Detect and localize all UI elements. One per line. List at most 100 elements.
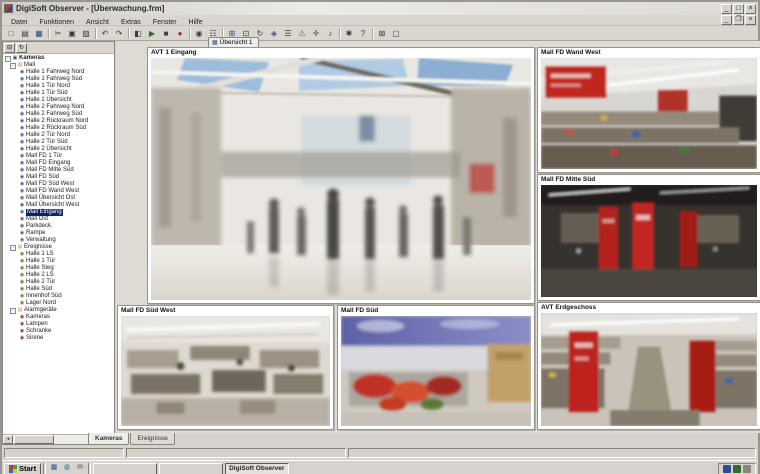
tree-root[interactable]: -▣Kameras (3, 55, 114, 62)
tree-item[interactable]: ◉Halle Süd (3, 286, 114, 293)
tree-item[interactable]: ◉Halle 2 Rückraum Süd (3, 125, 114, 132)
camera-video-bottom-middle[interactable] (341, 316, 531, 426)
tree-item[interactable]: ◉Halle Steg (3, 265, 114, 272)
tree-item[interactable]: ◉Schranke (3, 328, 114, 335)
save-button[interactable]: ▦ (32, 27, 46, 40)
tree-item[interactable]: ◉Halle 1 Übersicht (3, 97, 114, 104)
tree-item[interactable]: ◉Mall Übersicht Ost (3, 195, 114, 202)
tree-item[interactable]: ◉Mall FD Süd West (3, 181, 114, 188)
task-button-2[interactable]: DigiSoft Observer (225, 463, 289, 474)
tree-group-2[interactable]: -▤Alarmgeräte (3, 307, 114, 314)
tree-item[interactable]: ◉Halle 2 Tür Süd (3, 139, 114, 146)
camera-video-right-top[interactable] (541, 58, 757, 169)
tree-group-1[interactable]: -▤Ereignisse (3, 244, 114, 251)
expander-icon[interactable]: - (10, 308, 16, 314)
tab-kameras[interactable]: Kameras (88, 433, 129, 445)
task-button-0[interactable] (93, 463, 157, 474)
new-layout-button[interactable]: □ (4, 27, 18, 40)
play-button[interactable]: ▶ (145, 27, 159, 40)
scroll-thumb[interactable] (14, 435, 54, 444)
undo-button[interactable]: ↶ (98, 27, 112, 40)
tree-item[interactable]: ◉Halle 2 Fahrweg Süd (3, 111, 114, 118)
tree-item[interactable]: ◉Halle 2 Tür Nord (3, 132, 114, 139)
record-button[interactable]: ● (173, 27, 187, 40)
quicklaunch-desktop-icon[interactable]: ▦ (48, 463, 60, 474)
quicklaunch-browser-icon[interactable]: ◍ (61, 463, 73, 474)
tree-item[interactable]: ◉Mall FD Süd (3, 174, 114, 181)
tree-item[interactable]: ◉Mall Eingang (3, 209, 114, 216)
menu-item-3[interactable]: Extras (115, 19, 147, 26)
event-list-button[interactable]: ☰ (281, 27, 295, 40)
tree-item[interactable]: ◉Halle 1 Tür Nord (3, 83, 114, 90)
tree-item[interactable]: ◉Halle 1 Fahrweg Nord (3, 69, 114, 76)
tree-item[interactable]: ◉Halle 2 Fahrweg Nord (3, 104, 114, 111)
paste-button[interactable]: ▨ (79, 27, 93, 40)
tree-item[interactable]: ◉Halle 1 LS (3, 251, 114, 258)
tree-item[interactable]: ◉Mall FD Wand West (3, 188, 114, 195)
refresh-button[interactable]: ↻ (16, 43, 27, 53)
tree-item[interactable]: ◉Halle 1 Tür (3, 258, 114, 265)
camera-video-bottom-left[interactable] (121, 316, 330, 426)
fullscreen-button[interactable]: ▢ (389, 27, 403, 40)
audio-button[interactable]: ♪ (323, 27, 337, 40)
task-button-1[interactable] (159, 463, 223, 474)
tray-network-icon[interactable] (723, 465, 731, 473)
close-button[interactable]: × (745, 4, 756, 14)
tree-item[interactable]: ◉Mall Übersicht West (3, 202, 114, 209)
tree-item[interactable]: ◉Mall FD 1 Tür (3, 153, 114, 160)
expander-icon[interactable]: - (10, 63, 16, 69)
quicklaunch-mail-icon[interactable]: ✉ (74, 463, 86, 474)
tree-item[interactable]: ◉Halle 1 Fahrweg Süd (3, 76, 114, 83)
tree-item[interactable]: ◉Mall FD Eingang (3, 160, 114, 167)
menu-item-0[interactable]: Datei (5, 19, 33, 26)
ptz-button[interactable]: ✛ (309, 27, 323, 40)
scroll-left-button[interactable]: ◂ (3, 435, 13, 444)
tab-ereignisse[interactable]: Ereignisse (130, 433, 174, 445)
menu-item-1[interactable]: Funktionen (33, 19, 80, 26)
menu-item-4[interactable]: Fenster (147, 19, 183, 26)
help-button[interactable]: ? (356, 27, 370, 40)
tree-item[interactable]: ◉Halle 2 Übersicht (3, 146, 114, 153)
redo-button[interactable]: ↷ (112, 27, 126, 40)
stop-button[interactable]: ■ (159, 27, 173, 40)
settings-button[interactable]: ✱ (342, 27, 356, 40)
minimize-button[interactable]: _ (721, 4, 732, 14)
lock-button[interactable]: ⊠ (375, 27, 389, 40)
tree-item[interactable]: ◉Halle 2 Tür (3, 279, 114, 286)
tray-volume-icon[interactable] (743, 465, 751, 473)
tree-item[interactable]: ◉Mall Ost (3, 216, 114, 223)
camera-video-right-bottom[interactable] (541, 313, 757, 426)
tree-item[interactable]: ◉Rampe (3, 230, 114, 237)
collapse-all-button[interactable]: ⊟ (4, 43, 15, 53)
tree-item[interactable]: ◉Kameras (3, 314, 114, 321)
tree-item[interactable]: ◉Innenhof Süd (3, 293, 114, 300)
expander-icon[interactable]: - (5, 56, 11, 62)
tree-item[interactable]: ◉Lager Nord (3, 300, 114, 307)
tray-status-icon[interactable] (733, 465, 741, 473)
alarm-button[interactable]: ⚠ (295, 27, 309, 40)
mdi-minimize-button[interactable]: _ (721, 15, 732, 25)
cut-button[interactable]: ✂ (51, 27, 65, 40)
tree-item[interactable]: ◉Halle 2 LS (3, 272, 114, 279)
mdi-restore-button[interactable]: ❐ (733, 15, 744, 25)
camera-video-main[interactable] (151, 58, 531, 300)
tree-item[interactable]: ◉Lampen (3, 321, 114, 328)
maximize-button[interactable]: □ (733, 4, 744, 14)
tree-item[interactable]: ◉Halle 1 Tür Süd (3, 90, 114, 97)
tree-item[interactable]: ◉Halle 2 Rückraum Nord (3, 118, 114, 125)
tree-group-0[interactable]: -▤Mall (3, 62, 114, 69)
mdi-close-button[interactable]: × (745, 15, 756, 25)
expander-icon[interactable]: - (10, 245, 16, 251)
snapshot-button[interactable]: ◉ (192, 27, 206, 40)
start-button[interactable]: Start (4, 463, 41, 474)
menu-item-2[interactable]: Ansicht (80, 19, 115, 26)
camera-video-right-middle[interactable] (541, 185, 757, 297)
tree-item[interactable]: ◉Verwaltung (3, 237, 114, 244)
tree-item[interactable]: ◉Sirene (3, 335, 114, 342)
menu-item-5[interactable]: Hilfe (183, 19, 209, 26)
tree-item[interactable]: ◉Parkdeck (3, 223, 114, 230)
connect-button[interactable]: ◧ (131, 27, 145, 40)
tree-item[interactable]: ◉Mall FD Mitte Süd (3, 167, 114, 174)
map-button[interactable]: ◈ (267, 27, 281, 40)
open-button[interactable]: ▤ (18, 27, 32, 40)
